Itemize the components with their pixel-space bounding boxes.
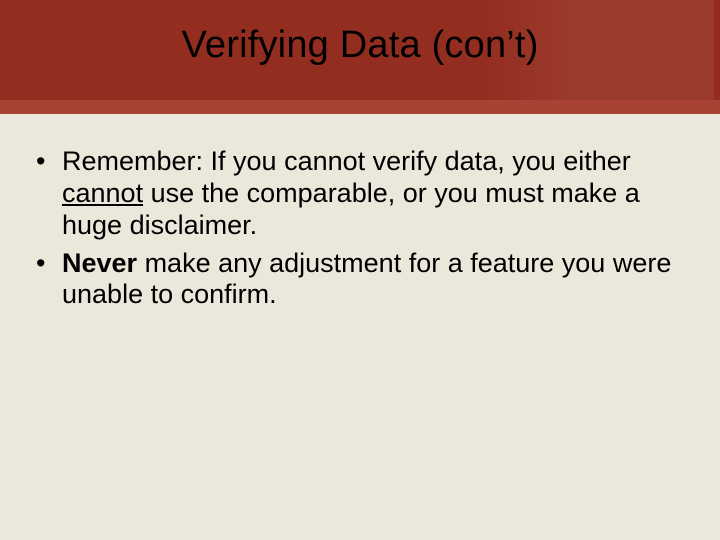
bullet-item: • Never make any adjustment for a featur… bbox=[34, 248, 686, 312]
slide-body: • Remember: If you cannot verify data, y… bbox=[34, 146, 686, 317]
bullet-text: Remember: If you cannot verify data, you… bbox=[62, 146, 686, 242]
slide-title: Verifying Data (con’t) bbox=[0, 24, 720, 67]
bullet-text: Never make any adjustment for a feature … bbox=[62, 248, 686, 312]
bullet-marker: • bbox=[34, 146, 62, 242]
bullet-marker: • bbox=[34, 248, 62, 312]
bullet-item: • Remember: If you cannot verify data, y… bbox=[34, 146, 686, 242]
title-strip bbox=[0, 100, 720, 114]
slide: Verifying Data (con’t) • Remember: If yo… bbox=[0, 0, 720, 540]
